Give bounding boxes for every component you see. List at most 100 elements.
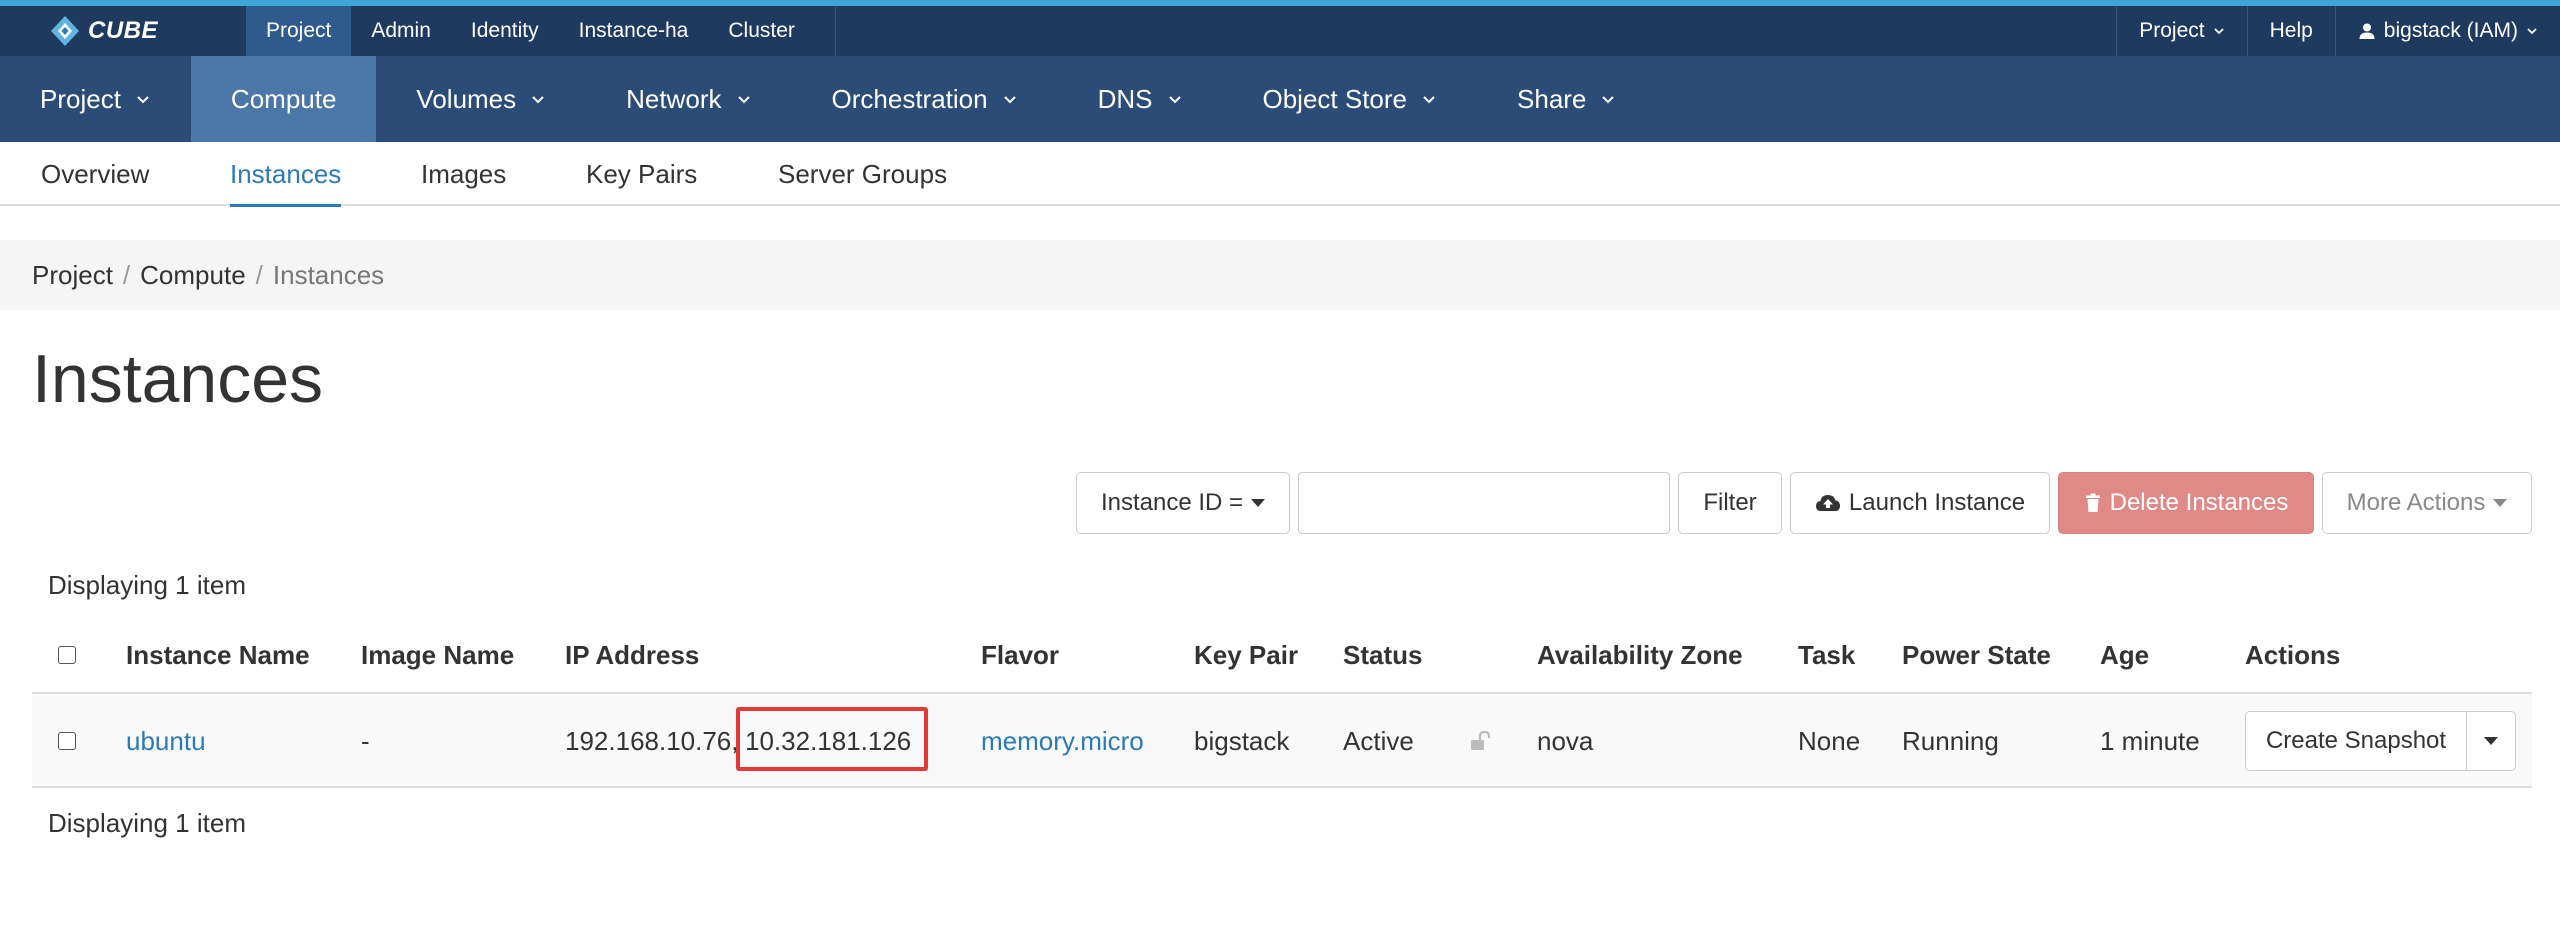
column-header[interactable]: Age xyxy=(2100,620,2149,690)
filter-button-label: Filter xyxy=(1703,489,1757,516)
top-right-menu: Project Help bigstack (IAM) xyxy=(2116,6,2560,56)
unlock-icon-cell xyxy=(1470,694,1492,788)
chevron-down-icon xyxy=(1168,96,1181,104)
row-actions-dropdown[interactable] xyxy=(2466,711,2516,771)
filter-field-label: Instance ID = xyxy=(1100,489,1244,516)
launch-instance-label: Launch Instance xyxy=(1848,489,2026,516)
project-dropdown-label: Project xyxy=(2139,19,2205,42)
cube-logo-icon xyxy=(51,16,79,46)
create-snapshot-button[interactable]: Create Snapshot xyxy=(2245,711,2467,771)
unlock-icon[interactable] xyxy=(1470,731,1492,751)
display-count-top: Displaying 1 item xyxy=(48,570,246,600)
key-pair-cell: bigstack xyxy=(1194,725,1290,756)
brand[interactable]: CUBE xyxy=(48,12,158,50)
breadcrumb: Project / Compute / Instances xyxy=(0,240,2560,310)
main-nav: Project Compute Volumes Network Orchestr… xyxy=(0,56,2560,142)
table-row: ubuntu - 192.168.10.76, 10.32.181.126 me… xyxy=(32,694,2532,788)
chevron-down-icon xyxy=(2213,28,2224,35)
mainnav-label: Compute xyxy=(230,83,337,114)
select-all-cell xyxy=(58,620,76,690)
topnav-identity[interactable]: Identity xyxy=(451,6,559,56)
breadcrumb-separator: / xyxy=(122,259,131,290)
filter-field-dropdown[interactable]: Instance ID = xyxy=(1076,472,1290,534)
breadcrumb-instances: Instances xyxy=(272,259,385,290)
caret-down-icon xyxy=(2484,737,2498,745)
column-header[interactable]: Flavor xyxy=(981,620,1059,690)
page-title: Instances xyxy=(32,341,324,417)
help-link[interactable]: Help xyxy=(2246,6,2335,56)
mainnav-label: DNS xyxy=(1097,83,1153,114)
create-snapshot-label: Create Snapshot xyxy=(2265,727,2447,754)
mainnav-label: Object Store xyxy=(1262,83,1408,114)
tab-server-groups[interactable]: Server Groups xyxy=(778,142,947,206)
column-header[interactable]: Image Name xyxy=(361,620,514,690)
delete-instances-button[interactable]: Delete Instances xyxy=(2058,472,2314,534)
user-icon xyxy=(2359,23,2375,39)
select-all-checkbox[interactable] xyxy=(58,646,76,664)
more-actions-button[interactable]: More Actions xyxy=(2322,472,2532,534)
chevron-down-icon xyxy=(737,96,750,104)
mainnav-compute[interactable]: Compute xyxy=(190,56,377,142)
topnav-admin[interactable]: Admin xyxy=(351,6,451,56)
age-cell: 1 minute xyxy=(2100,725,2200,756)
chevron-down-icon xyxy=(1423,96,1435,104)
mainnav-label: Volumes xyxy=(416,83,517,114)
topnav-cluster[interactable]: Cluster xyxy=(708,6,815,56)
column-header[interactable]: Status xyxy=(1343,620,1422,690)
project-dropdown[interactable]: Project xyxy=(2116,6,2246,56)
sub-nav: Overview Instances Images Key Pairs Serv… xyxy=(0,142,2560,207)
help-label: Help xyxy=(2269,19,2313,42)
display-count-bottom: Displaying 1 item xyxy=(48,808,246,838)
column-header[interactable]: Availability Zone xyxy=(1537,620,1743,690)
chevron-down-icon xyxy=(532,96,544,104)
power-state-cell: Running xyxy=(1902,725,1999,756)
chevron-down-icon xyxy=(1602,96,1615,104)
column-header[interactable]: Power State xyxy=(1902,620,2051,690)
task-cell: None xyxy=(1798,725,1861,756)
tab-images[interactable]: Images xyxy=(421,142,506,206)
mainnav-network[interactable]: Network xyxy=(586,56,791,142)
column-header[interactable]: Instance Name xyxy=(126,620,310,690)
mainnav-volumes[interactable]: Volumes xyxy=(376,56,586,142)
user-dropdown[interactable]: bigstack (IAM) xyxy=(2334,6,2560,56)
mainnav-share[interactable]: Share xyxy=(1477,56,1656,142)
breadcrumb-separator: / xyxy=(255,259,263,290)
tab-key-pairs[interactable]: Key Pairs xyxy=(586,142,697,206)
row-checkbox[interactable] xyxy=(58,732,76,750)
mainnav-orchestration[interactable]: Orchestration xyxy=(792,56,1058,142)
breadcrumb-project[interactable]: Project xyxy=(32,260,113,291)
trash-icon xyxy=(2085,493,2100,512)
tab-overview[interactable]: Overview xyxy=(41,142,149,206)
mainnav-label: Orchestration xyxy=(831,83,988,114)
delete-instances-label: Delete Instances xyxy=(2109,489,2289,516)
ip-address-primary: 192.168.10.76, xyxy=(565,725,739,756)
chevron-down-icon xyxy=(1003,96,1016,104)
image-name-cell: - xyxy=(361,725,370,756)
availability-zone-cell: nova xyxy=(1537,725,1594,756)
mainnav-object-store[interactable]: Object Store xyxy=(1223,56,1478,142)
flavor-link[interactable]: memory.micro xyxy=(981,694,1144,788)
launch-instance-button[interactable]: Launch Instance xyxy=(1790,472,2050,534)
filter-input[interactable] xyxy=(1298,472,1670,534)
top-bar: CUBE Project Admin Identity Instance-ha … xyxy=(0,6,2560,56)
user-label: bigstack (IAM) xyxy=(2383,19,2518,42)
topnav-project[interactable]: Project xyxy=(246,6,352,56)
column-header: Actions xyxy=(2245,639,2341,670)
breadcrumb-compute[interactable]: Compute xyxy=(140,260,246,291)
filter-button[interactable]: Filter xyxy=(1678,472,1782,534)
chevron-down-icon xyxy=(137,96,149,104)
ip-highlight-box xyxy=(736,707,928,771)
mainnav-dns[interactable]: DNS xyxy=(1058,56,1223,142)
mainnav-project[interactable]: Project xyxy=(0,56,191,142)
mainnav-label: Project xyxy=(40,83,121,114)
caret-down-icon xyxy=(1251,499,1266,507)
more-actions-label: More Actions xyxy=(2346,489,2486,516)
column-header[interactable]: Task xyxy=(1798,620,1855,690)
column-header[interactable]: Key Pair xyxy=(1194,620,1298,690)
instance-name-link[interactable]: ubuntu xyxy=(126,694,206,788)
cloud-upload-icon xyxy=(1815,495,1840,511)
top-nav: Project Admin Identity Instance-ha Clust… xyxy=(246,6,815,56)
column-header[interactable]: IP Address xyxy=(565,620,699,690)
topnav-instance-ha[interactable]: Instance-ha xyxy=(559,6,709,56)
tab-instances[interactable]: Instances xyxy=(230,142,342,207)
